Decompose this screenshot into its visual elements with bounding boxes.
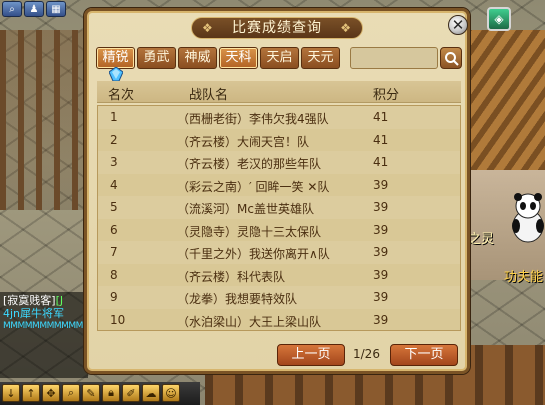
note-icon[interactable]: ✎ — [82, 384, 100, 402]
table-row[interactable]: 5 （流溪河）Mc盖世英雄队 39 — [98, 196, 460, 219]
score-cell: 39 — [373, 267, 389, 282]
gem-icon — [109, 67, 123, 81]
rank-cell: 4 — [110, 177, 118, 192]
rank-cell: 2 — [110, 132, 118, 147]
close-button[interactable]: ✕ — [448, 15, 468, 35]
search-icon — [445, 52, 459, 66]
tab-jingrui[interactable]: 精锐 — [96, 47, 135, 69]
column-score: 积分 — [373, 88, 400, 103]
score-cell: 39 — [373, 245, 389, 259]
match-results-dialog: 比赛成绩查询 ✕ 精锐 勇武 神威 天科 天启 天元 名次 战队名 积分 1 （… — [84, 8, 470, 374]
tab-shenwei[interactable]: 神威 — [178, 47, 217, 69]
team-cell: （灵隐寺）灵隐十三太保队 — [177, 224, 322, 239]
team-cell: （龙拳）我想要特效队 — [177, 292, 298, 306]
arrow-up-icon[interactable]: ↑ — [22, 384, 40, 402]
rank-cell: 6 — [110, 222, 118, 237]
prev-page-button[interactable]: 上一页 — [277, 344, 345, 366]
team-cell: （彩云之南）′ 回眸一笑 ✕队 — [177, 179, 330, 194]
move-icon[interactable]: ✥ — [42, 384, 60, 402]
table-row[interactable]: 8 （齐云楼）科代表队 39 — [98, 264, 460, 287]
chat-line: MMMMMMMMMMMMMM — [3, 321, 85, 331]
table-row[interactable]: 2 （齐云楼）大闹天宫！队 41 — [98, 129, 460, 152]
arrow-down-icon[interactable]: ↓ — [2, 384, 20, 402]
tab-tianqi[interactable]: 天启 — [260, 47, 299, 69]
top-toolbar: ⌕ ♟ ▦ — [0, 0, 95, 18]
score-cell: 41 — [373, 132, 389, 147]
score-cell: 41 — [373, 155, 389, 169]
table-row[interactable]: 1 （西栅老街）李伟欠我4强队 41 — [98, 106, 460, 129]
team-cell: （千里之外）我送你离开∧队 — [177, 247, 330, 261]
column-team: 战队名 — [189, 88, 229, 103]
next-page-button[interactable]: 下一页 — [390, 344, 458, 366]
team-cell: （齐云楼）老汉的那些年队 — [177, 157, 322, 171]
rank-cell: 7 — [110, 245, 118, 259]
chat-line: [寂寞贱客][J — [3, 294, 85, 307]
score-cell: 39 — [373, 290, 389, 304]
team-cell: （齐云楼）大闹天宫！队 — [177, 134, 310, 149]
search-input[interactable] — [350, 47, 438, 69]
score-cell: 39 — [373, 222, 389, 237]
table-row[interactable]: 6 （灵隐寺）灵隐十三太保队 39 — [98, 219, 460, 242]
minimap-icon[interactable]: ◈ — [487, 7, 511, 31]
character-icon[interactable]: ♟ — [24, 1, 44, 17]
rank-cell: 8 — [110, 267, 118, 282]
search-icon[interactable]: ⌕ — [2, 1, 22, 17]
table-row[interactable]: 3 （齐云楼）老汉的那些年队 41 — [98, 151, 460, 174]
rank-cell: 10 — [110, 312, 126, 327]
panda-npc[interactable] — [508, 192, 545, 244]
chat-panel[interactable]: [寂寞贱客][J 4jn犀牛将军 MMMMMMMMMMMMMM — [0, 292, 88, 378]
table-row[interactable]: 9 （龙拳）我想要特效队 39 — [98, 286, 460, 309]
page-indicator: 1/26 — [353, 347, 380, 361]
table-row[interactable]: 4 （彩云之南）′ 回眸一笑 ✕队 39 — [98, 174, 460, 197]
brush-icon[interactable]: ✐ — [122, 384, 140, 402]
search-button[interactable] — [440, 47, 462, 69]
rank-cell: 1 — [110, 110, 118, 124]
table-header: 名次 战队名 积分 — [97, 81, 461, 103]
team-cell: （西栅老街）李伟欠我4强队 — [177, 112, 329, 126]
team-cell: （流溪河）Mc盖世英雄队 — [177, 202, 314, 216]
score-cell: 39 — [373, 200, 389, 214]
chat-bubble-icon[interactable]: ☁ — [142, 384, 160, 402]
scene-fence — [0, 30, 90, 210]
category-tabs: 精锐 勇武 神威 天科 天启 天元 — [96, 47, 340, 69]
rank-cell: 9 — [110, 290, 118, 304]
rank-cell: 3 — [110, 155, 118, 169]
results-table: 1 （西栅老街）李伟欠我4强队 41 2 （齐云楼）大闹天宫！队 41 3 （齐… — [97, 105, 461, 331]
tab-tianke[interactable]: 天科 — [219, 47, 258, 69]
chat-line: 4jn犀牛将军 — [3, 307, 65, 320]
score-cell: 39 — [373, 177, 389, 192]
chat-channel: [J — [55, 294, 64, 307]
dialog-title: 比赛成绩查询 — [191, 17, 363, 39]
npc-name-label: 之灵 — [468, 232, 495, 247]
tab-tianyuan[interactable]: 天元 — [301, 47, 340, 69]
lock-icon[interactable]: 🔒︎ — [102, 384, 120, 402]
table-row[interactable]: 7 （千里之外）我送你离开∧队 39 — [98, 241, 460, 264]
rank-cell: 5 — [110, 200, 118, 214]
chat-speaker[interactable]: [寂寞贱客] — [3, 294, 56, 307]
team-cell: （齐云楼）科代表队 — [177, 269, 286, 284]
npc-title-label: 功夫能 — [504, 270, 544, 285]
score-cell: 41 — [373, 110, 389, 124]
face-icon[interactable]: ☺ — [162, 384, 180, 402]
calendar-icon[interactable]: ▦ — [46, 1, 66, 17]
table-row[interactable]: 10 （水泊梁山）大王上梁山队 39 — [98, 309, 460, 332]
score-cell: 39 — [373, 312, 389, 327]
bottom-toolbar: ↓ ↑ ✥ ⌕ ✎ 🔒︎ ✐ ☁ ☺ — [0, 382, 200, 405]
tab-yongwu[interactable]: 勇武 — [137, 47, 176, 69]
column-rank: 名次 — [108, 88, 135, 103]
team-cell: （水泊梁山）大王上梁山队 — [177, 314, 322, 329]
zoom-icon[interactable]: ⌕ — [62, 384, 80, 402]
